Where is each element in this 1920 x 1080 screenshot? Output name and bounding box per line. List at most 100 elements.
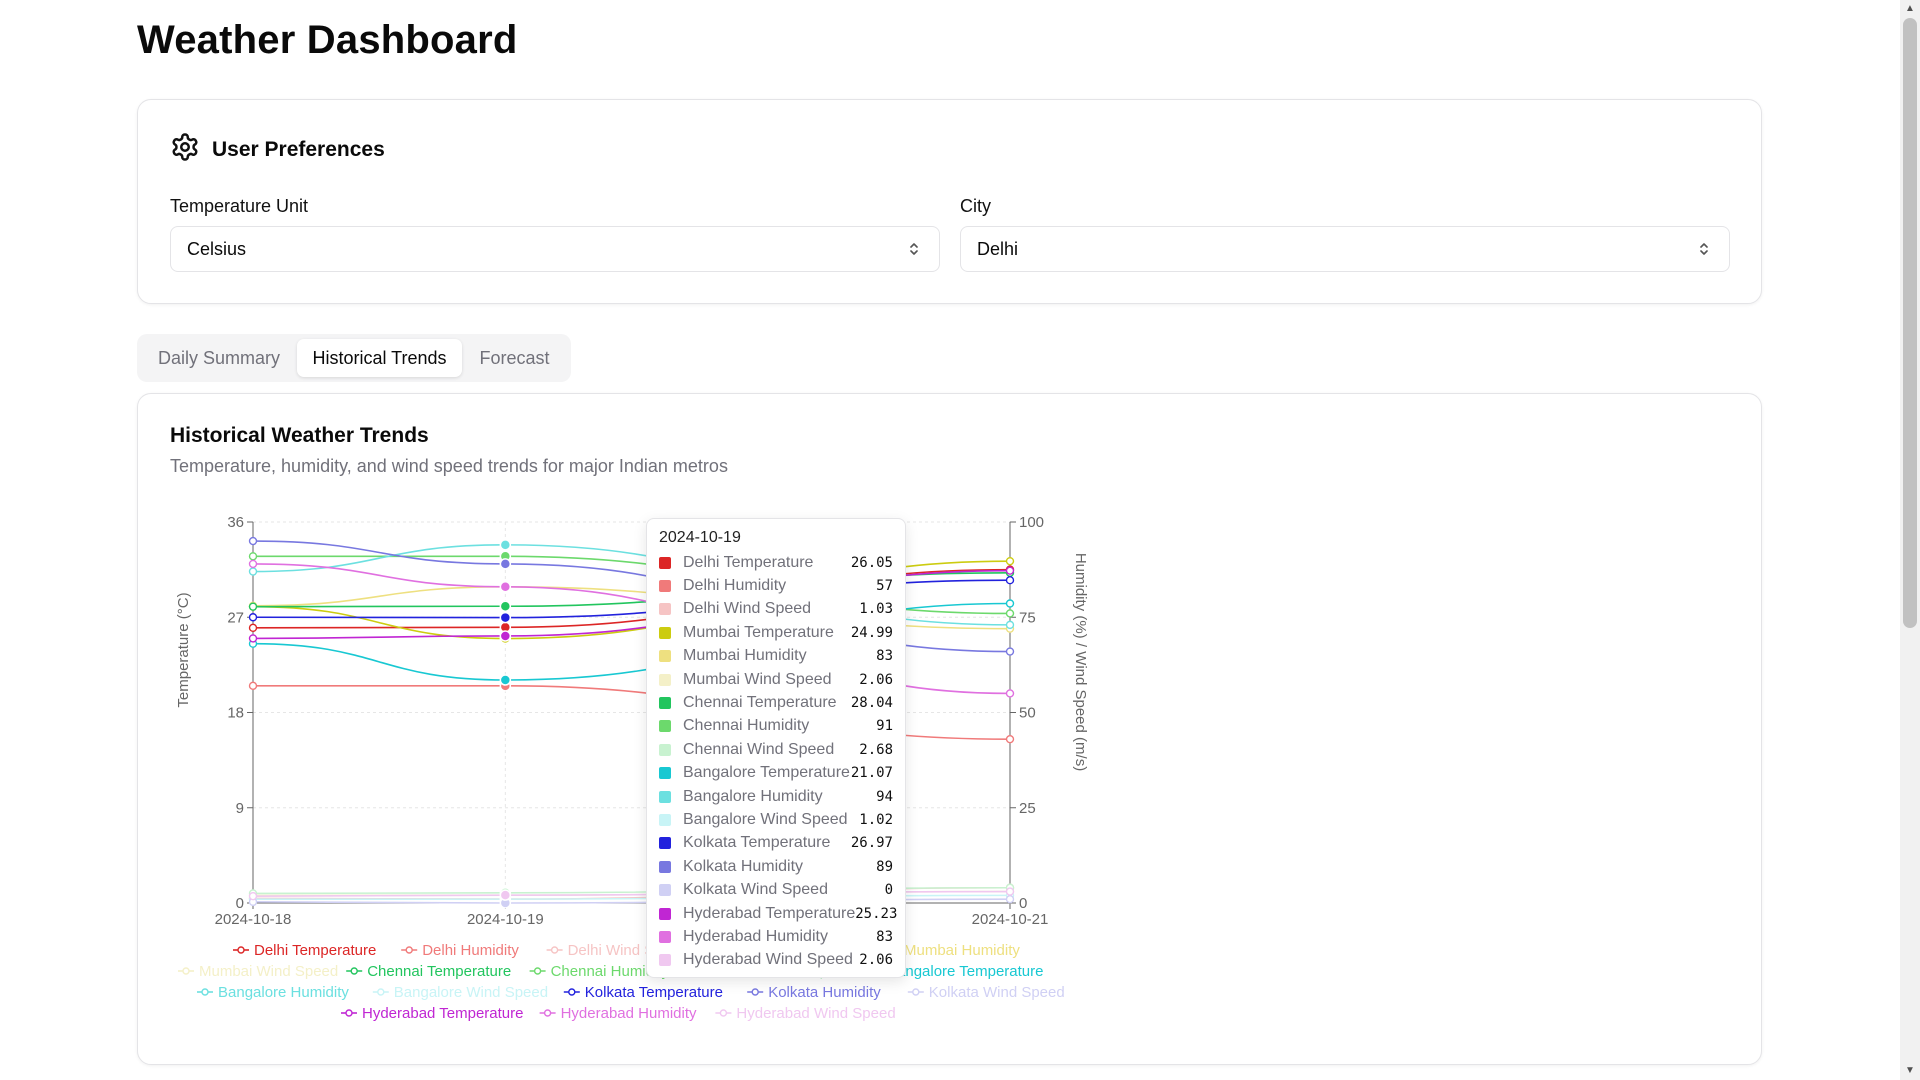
right-tick-label: 75	[1019, 609, 1036, 626]
tooltip-row: Hyderabad Humidity 83	[659, 925, 893, 948]
legend-item[interactable]: Bangalore Wind Speed	[372, 984, 548, 1001]
legend-item[interactable]: Kolkata Wind Speed	[907, 984, 1065, 1001]
legend-marker-icon	[550, 946, 559, 954]
tooltip-series-name: Chennai Temperature	[683, 694, 837, 712]
scroll-down-arrow[interactable]: ▼	[1900, 1062, 1920, 1080]
data-point-kolkata-humidity	[1005, 647, 1015, 656]
tooltip-swatch	[659, 556, 671, 569]
data-point-hyderabad-wind-speed	[499, 889, 512, 901]
data-point-bangalore-humidity	[248, 567, 258, 576]
legend-item[interactable]: Hyderabad Humidity	[539, 1005, 697, 1022]
legend-marker-icon	[201, 988, 209, 996]
tooltip-row: Hyderabad Wind Speed 2.06	[659, 949, 893, 972]
tooltip-series-name: Bangalore Temperature	[683, 764, 850, 782]
tooltip-swatch	[659, 650, 671, 663]
tooltip-value: 2.68	[859, 741, 893, 758]
legend-label: Hyderabad Temperature	[362, 1005, 523, 1022]
tooltip-value: 94	[876, 788, 893, 805]
tooltip-value: 26.05	[850, 554, 893, 571]
left-tick-label: 18	[227, 705, 244, 722]
tooltip-series-name: Chennai Humidity	[683, 717, 810, 735]
tooltip-value: 25.23	[855, 905, 898, 922]
tooltip-swatch	[659, 837, 671, 850]
tooltip-row: Delhi Temperature 26.05	[659, 551, 893, 574]
tooltip-row: Kolkata Wind Speed 0	[659, 878, 893, 901]
data-point-bangalore-temperature	[1005, 599, 1015, 608]
tooltip-swatch	[659, 720, 671, 733]
tooltip-date: 2024-10-19	[659, 529, 741, 546]
x-tick-label: 2024-10-21	[972, 911, 1049, 928]
legend-label: Hyderabad Humidity	[561, 1005, 697, 1022]
tooltip-row: Mumbai Temperature 24.99	[659, 621, 893, 644]
left-tick-label: 9	[236, 800, 244, 817]
legend-marker-icon	[719, 1009, 728, 1017]
tooltip-row: Delhi Humidity 57	[659, 574, 893, 597]
data-point-kolkata-humidity	[499, 558, 512, 570]
data-point-delhi-humidity	[248, 681, 258, 691]
scroll-up-arrow[interactable]: ▲	[1900, 0, 1920, 18]
data-point-chennai-temperature	[248, 602, 258, 611]
tooltip-swatch	[659, 767, 671, 780]
legend-label: Bangalore Humidity	[218, 984, 349, 1001]
legend-item[interactable]: Bangalore Humidity	[197, 984, 349, 1001]
tooltip-swatch	[659, 954, 671, 967]
legend-item[interactable]: Mumbai Wind Speed	[178, 963, 338, 980]
tooltip-swatch	[659, 884, 671, 897]
data-point-hyderabad-wind-speed	[248, 891, 258, 901]
legend-label: Hyderabad Wind Speed	[736, 1005, 895, 1022]
tooltip-value: 2.06	[859, 952, 893, 969]
data-point-chennai-humidity	[1005, 609, 1015, 618]
legend-label: Kolkata Temperature	[585, 984, 723, 1001]
tooltip-value: 91	[876, 718, 893, 735]
legend-item[interactable]: Hyderabad Wind Speed	[715, 1005, 896, 1022]
tooltip-row: Chennai Humidity 91	[659, 715, 893, 738]
tooltip-series-name: Kolkata Wind Speed	[683, 881, 828, 899]
legend-item[interactable]: Chennai Temperature	[346, 963, 511, 980]
tooltip-row: Mumbai Humidity 83	[659, 645, 893, 668]
tooltip-series-name: Bangalore Wind Speed	[683, 810, 848, 828]
scrollbar-thumb[interactable]	[1903, 18, 1917, 628]
x-tick-label: 2024-10-18	[215, 911, 292, 928]
data-point-hyderabad-humidity	[1005, 689, 1015, 698]
data-point-delhi-humidity	[1005, 734, 1015, 744]
legend-label: Delhi Humidity	[422, 942, 519, 959]
legend-item[interactable]: Kolkata Temperature	[563, 984, 723, 1001]
chart-tooltip: 2024-10-19 Delhi Temperature 26.05 Delhi H…	[646, 518, 906, 978]
legend-label: Delhi Temperature	[254, 942, 376, 959]
tooltip-series-name: Kolkata Humidity	[683, 857, 804, 875]
line-chart[interactable]: 0 9 18 27 36 0 25 50 75 100 2024-10-18 2024-10-19 20…	[0, 0, 1920, 1080]
y-axis-label-right: Humidity (%) / Wind Speed (m/s)	[1072, 553, 1089, 771]
tooltip-series-name: Delhi Humidity	[683, 577, 787, 595]
data-point-kolkata-wind-speed	[1005, 894, 1015, 904]
legend-item[interactable]: Hyderabad Temperature	[341, 1005, 523, 1022]
tooltip-swatch	[659, 673, 671, 686]
data-point-hyderabad-wind-speed	[1005, 887, 1015, 896]
vertical-scrollbar[interactable]: ▲ ▼	[1900, 0, 1920, 1080]
tooltip-series-name: Mumbai Temperature	[683, 623, 834, 641]
tooltip-series-name: Delhi Wind Speed	[683, 600, 812, 618]
data-point-delhi-temperature	[248, 623, 258, 633]
tooltip-swatch	[659, 626, 671, 639]
legend-label: Kolkata Humidity	[768, 984, 881, 1001]
legend-item[interactable]: Kolkata Humidity	[747, 984, 881, 1001]
legend-marker-icon	[350, 967, 358, 975]
tooltip-row: Kolkata Temperature 26.97	[659, 832, 893, 855]
legend-label: Bangalore Wind Speed	[394, 984, 548, 1001]
tooltip-value: 1.03	[859, 601, 893, 618]
tooltip-value: 0	[884, 882, 893, 899]
tooltip-row: Chennai Temperature 28.04	[659, 691, 893, 714]
data-point-hyderabad-humidity	[248, 559, 258, 569]
tooltip-swatch	[659, 697, 671, 710]
data-point-hyderabad-temperature	[248, 634, 258, 643]
tooltip-series-name: Kolkata Temperature	[683, 834, 831, 852]
legend-label: Bangalore Temperature	[887, 963, 1044, 980]
legend-item[interactable]: Delhi Temperature	[233, 942, 376, 959]
tooltip-swatch	[659, 743, 671, 756]
tooltip-series-name: Mumbai Humidity	[683, 647, 807, 665]
legend-marker-icon	[405, 946, 413, 954]
data-point-bangalore-humidity	[499, 539, 512, 551]
tooltip-value: 83	[876, 928, 893, 945]
data-point-kolkata-temperature	[248, 613, 258, 622]
legend-label: Chennai Temperature	[367, 963, 511, 980]
legend-item[interactable]: Delhi Humidity	[401, 942, 519, 959]
